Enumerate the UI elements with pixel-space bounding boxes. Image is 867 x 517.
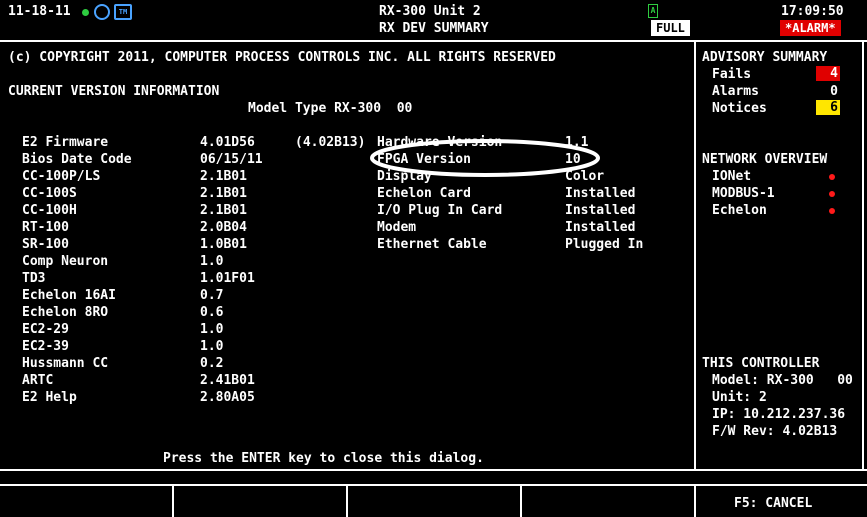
hardware-row-value: Installed [565,186,636,201]
close-instruction: Press the ENTER key to close this dialog… [163,451,484,466]
extra-version: (4.02B13) [295,135,366,150]
hardware-row-value: Installed [565,220,636,235]
version-row-value: 2.41B01 [200,373,255,388]
version-row-value: 2.0B04 [200,220,247,235]
version-row-label: Hussmann CC [22,356,109,371]
section-title: CURRENT VERSION INFORMATION [8,84,220,99]
f2-key[interactable] [174,484,348,517]
version-row-value: 1.0 [200,322,224,337]
highlight-ellipse [370,139,600,177]
version-row-value: 4.01D56 [200,135,255,150]
sidebar-divider [694,40,696,470]
right-border [862,40,864,470]
bottom-divider [0,469,867,471]
hardware-row-label: I/O Plug In Card [377,203,503,218]
version-row-label: SR-100 [22,237,69,252]
f3-key[interactable] [348,484,522,517]
controller-model: Model: RX-300 00 [712,373,853,388]
network-title: NETWORK OVERVIEW [702,152,828,167]
status-dot-icon [829,174,835,180]
header-subtitle: RX DEV SUMMARY [379,21,489,36]
advisory-title: ADVISORY SUMMARY [702,50,828,65]
version-row-value: 1.01F01 [200,271,255,286]
version-row-label: ARTC [22,373,54,388]
f5-label: F5: CANCEL [734,496,813,511]
hardware-row-value: Installed [565,203,636,218]
version-row-value: 1.0B01 [200,237,247,252]
network-item-ionet[interactable]: IONet [712,169,751,184]
controller-title: THIS CONTROLLER [702,356,820,371]
hardware-row-value: Plugged In [565,237,644,252]
alarms-count[interactable]: 0 [816,84,840,99]
header-bar: 11-18-11 TM RX-300 Unit 2 RX DEV SUMMARY… [0,0,867,40]
tm-icon: TM [114,4,132,20]
notices-label: Notices [712,101,767,116]
version-row-label: CC-100H [22,203,77,218]
version-row-value: 2.80A05 [200,390,255,405]
version-row-label: EC2-39 [22,339,69,354]
version-row-label: CC-100S [22,186,77,201]
version-row-value: 0.6 [200,305,224,320]
version-row-value: 0.7 [200,288,224,303]
version-row-label: Echelon 16AI [22,288,116,303]
network-icon [94,4,110,20]
lock-icon: A [648,4,658,18]
alarm-badge[interactable]: *ALARM* [780,20,841,36]
status-dot-icon [829,208,835,214]
f4-key[interactable] [522,484,696,517]
network-item-echelon[interactable]: Echelon [712,203,767,218]
controller-unit: Unit: 2 [712,390,767,405]
version-row-label: Echelon 8RO [22,305,109,320]
alarms-label: Alarms [712,84,759,99]
f1-key[interactable] [0,484,174,517]
version-row-value: 0.2 [200,356,224,371]
copyright-text: (c) COPYRIGHT 2011, COMPUTER PROCESS CON… [8,50,556,65]
version-row-label: EC2-29 [22,322,69,337]
version-row-label: E2 Firmware [22,135,109,150]
version-row-label: RT-100 [22,220,69,235]
f5-cancel-button[interactable]: F5: CANCEL [696,484,867,517]
fails-count[interactable]: 4 [816,66,840,81]
status-dot-icon [829,191,835,197]
version-row-value: 2.1B01 [200,169,247,184]
model-type: Model Type RX-300 00 [248,101,413,116]
hardware-row-label: Echelon Card [377,186,471,201]
version-row-label: E2 Help [22,390,77,405]
version-row-value: 2.1B01 [200,203,247,218]
hardware-row-label: Ethernet Cable [377,237,487,252]
version-row-label: Bios Date Code [22,152,132,167]
header-divider [0,40,867,42]
version-row-value: 1.0 [200,339,224,354]
network-item-modbus[interactable]: MODBUS-1 [712,186,775,201]
version-row-value: 1.0 [200,254,224,269]
controller-ip: IP: 10.212.237.36 [712,407,846,422]
header-time: 17:09:50 [781,4,844,19]
header-title: RX-300 Unit 2 [379,4,481,19]
version-row-value: 2.1B01 [200,186,247,201]
header-date: 11-18-11 [8,4,71,19]
controller-fw: F/W Rev: 4.02B13 [712,424,838,439]
notices-count[interactable]: 6 [816,100,840,115]
version-row-label: TD3 [22,271,46,286]
version-row-value: 06/15/11 [200,152,263,167]
version-row-label: Comp Neuron [22,254,109,269]
status-led-icon [82,9,89,16]
hardware-row-label: Modem [377,220,417,235]
view-mode-badge: FULL [651,20,690,36]
version-row-label: CC-100P/LS [22,169,101,184]
fails-label: Fails [712,67,752,82]
